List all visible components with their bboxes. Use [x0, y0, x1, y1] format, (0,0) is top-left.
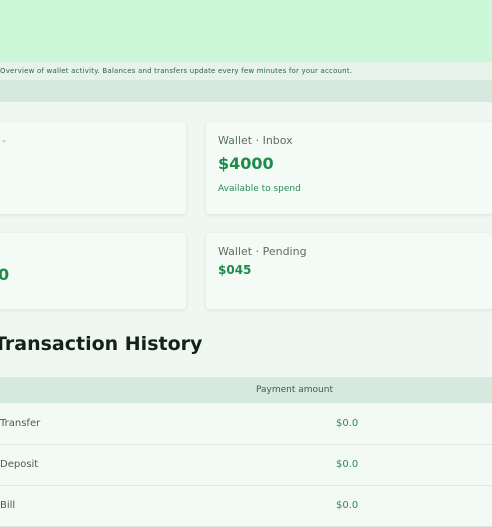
- card-top-left[interactable]: -: [0, 122, 186, 214]
- row-description: Deposit: [0, 459, 39, 470]
- row-amount: $0.0: [336, 418, 359, 429]
- card-label: Wallet · Inbox: [218, 134, 293, 147]
- card-value: $045: [218, 263, 252, 277]
- card-bottom-left[interactable]: 0: [0, 233, 186, 309]
- row-amount: $0.0: [336, 500, 359, 511]
- card-bottom-left-value: 0: [0, 265, 10, 284]
- table-row[interactable]: Transfer $0.0: [0, 404, 492, 445]
- card-subtext: Available to spend: [218, 184, 301, 194]
- card-top-left-label: -: [2, 134, 6, 147]
- row-description: Transfer: [0, 418, 41, 429]
- table-header: Payment amount: [0, 377, 492, 403]
- transaction-history-title: Transaction History: [0, 333, 203, 355]
- column-header-amount: Payment amount: [256, 385, 333, 395]
- card-wallet-pending[interactable]: Wallet · Pending $045: [206, 233, 492, 309]
- card-value: $4000: [218, 154, 274, 173]
- top-banner: [0, 0, 492, 62]
- card-wallet-inbox[interactable]: Wallet · Inbox $4000 Available to spend: [206, 122, 492, 214]
- card-label: Wallet · Pending: [218, 245, 307, 258]
- row-description: Bill: [0, 500, 16, 511]
- row-amount: $0.0: [336, 459, 359, 470]
- section-strip: [0, 80, 492, 102]
- table-row[interactable]: Deposit $0.0: [0, 445, 492, 486]
- table-row[interactable]: Bill $0.0: [0, 486, 492, 527]
- banner-note: Overview of wallet activity. Balances an…: [0, 62, 492, 81]
